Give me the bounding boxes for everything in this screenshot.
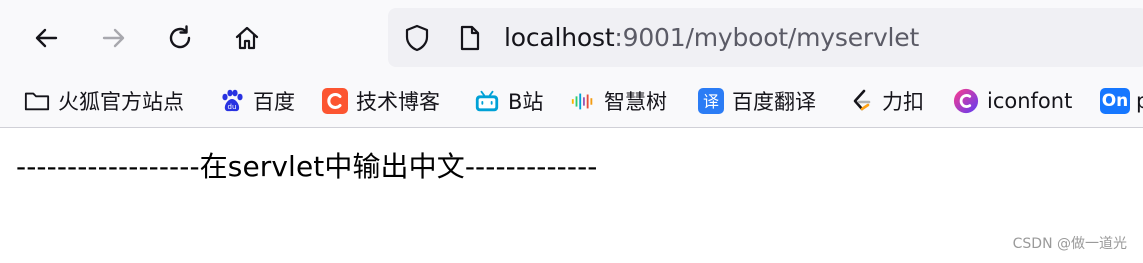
url-text[interactable]: localhost:9001/myboot/myservlet [504,21,919,55]
bookmark-bilibili[interactable]: B站 [474,84,543,118]
browser-toolbar: localhost:9001/myboot/myservlet [0,0,1143,76]
bookmark-label: 技术博客 [356,90,440,114]
bookmark-baidu[interactable]: du 百度 [219,84,295,118]
zhihuishu-bars-icon [570,88,596,114]
home-button[interactable] [225,16,269,60]
bookmark-label: 百度 [253,90,295,114]
leetcode-icon [848,88,874,114]
bookmark-firefox-official[interactable]: 火狐官方站点 [24,84,184,118]
bookmark-label: p [1136,89,1143,113]
forward-button[interactable] [92,16,136,60]
bookmarks-toolbar: 火狐官方站点 du 百度 技术博客 B站 智慧树 译 百度翻译 力扣 iconf… [0,76,1143,126]
bookmark-label: iconfont [987,89,1073,113]
svg-text:译: 译 [703,92,719,111]
bilibili-tv-icon [474,88,500,114]
reload-button[interactable] [158,16,202,60]
url-host: localhost [504,23,615,52]
bookmark-zhihuishu[interactable]: 智慧树 [570,84,667,118]
bookmark-label: 百度翻译 [732,90,816,114]
shield-icon[interactable] [402,23,432,53]
iconfont-icon [953,88,979,114]
toolbar-divider [0,127,1143,128]
bookmark-label: 火狐官方站点 [58,90,184,114]
home-icon [235,26,259,50]
arrow-left-icon [35,28,58,48]
baidu-paw-icon: du [219,88,245,114]
svg-text:du: du [228,103,237,111]
bookmark-label: B站 [508,90,544,114]
bookmark-on[interactable]: On p [1100,84,1143,118]
on-badge-icon: On [1100,88,1130,114]
folder-icon [24,88,50,114]
browser-chrome: localhost:9001/myboot/myservlet 火狐官方站点 d… [0,0,1143,128]
page-icon[interactable] [454,23,484,53]
url-path: :9001/myboot/myservlet [614,23,920,52]
bookmark-tech-blog[interactable]: 技术博客 [322,84,440,118]
csdn-watermark: CSDN @做一道光 [1012,236,1127,252]
bookmark-baidu-translate[interactable]: 译 百度翻译 [698,84,816,118]
back-button[interactable] [24,16,68,60]
bookmark-leetcode[interactable]: 力扣 [848,84,924,118]
url-bar[interactable]: localhost:9001/myboot/myservlet [388,8,1143,67]
arrow-right-icon [102,28,125,48]
reload-icon [169,25,191,49]
servlet-output-text: ------------------在servlet中输出中文---------… [16,150,598,183]
translate-icon: 译 [698,88,724,114]
bookmark-label: 智慧树 [604,90,667,114]
bookmark-iconfont[interactable]: iconfont [953,84,1072,118]
csdn-c-icon [322,88,348,114]
on-badge-text: On [1101,91,1129,111]
bookmark-label: 力扣 [882,90,924,114]
